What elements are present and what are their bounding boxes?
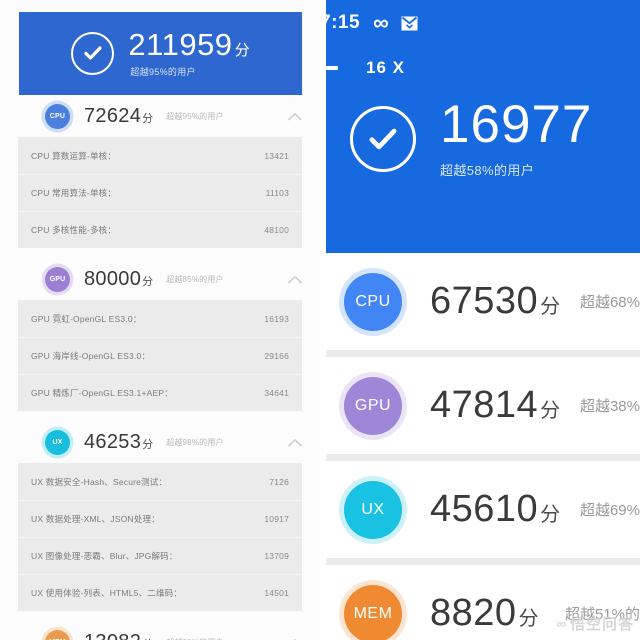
table-row: GPU 精炼厂-OpenGL ES3.1+AEP： 34641	[18, 374, 302, 411]
mem-unit: 分	[142, 636, 153, 640]
watermark-text: 悟空问答	[569, 616, 634, 633]
mem-percentile: 超越90%的用户	[166, 637, 224, 640]
gpu-badge-icon: GPU	[45, 266, 70, 292]
sidebar-section-cpu[interactable]: CPU 72624 分 超越95%的用户	[0, 95, 320, 137]
detail-label: GPU 海岸线-OpenGL ES3.0：	[31, 351, 151, 361]
detail-value: 48100	[264, 225, 289, 235]
detail-label: CPU 常用算法-单核：	[31, 188, 117, 198]
table-row: GPU 海岸线-OpenGL ES3.0： 29166	[18, 337, 302, 374]
gpu-badge-icon: GPU	[344, 376, 402, 435]
right-row-cpu[interactable]: CPU 67530 分 超越68%	[326, 253, 640, 350]
zoom-indicator-bar: 16 X	[326, 46, 640, 90]
table-row: GPU 霓虹-OpenGL ES3.0： 16193	[18, 300, 302, 337]
status-bar-clock: 7:15	[326, 12, 361, 33]
right-mem-score: 8820	[430, 592, 517, 634]
table-row: CPU 常用算法-单核： 11103	[18, 174, 302, 211]
table-row: UX 数据处理-XML、JSON处理： 10917	[18, 500, 302, 537]
sidebar-section-mem[interactable]: MEM 13082 分 超越90%的用户	[0, 621, 320, 640]
mem-badge-icon: MEM	[45, 629, 70, 640]
watermark: ∞ 悟空问答	[557, 613, 634, 634]
right-cpu-unit: 分	[540, 296, 561, 318]
right-total-score-card: 7:15 ∞ 16 X	[326, 0, 640, 253]
detail-value: 11103	[265, 188, 289, 198]
detail-label: UX 图像处理-恶霸、Blur、JPG解码：	[31, 551, 178, 561]
chevron-up-icon[interactable]	[288, 275, 302, 284]
right-total-percentile: 超越58%的用户	[440, 163, 535, 178]
cpu-detail-block: CPU 算数运算-单核： 13421 CPU 常用算法-单核： 11103 CP…	[18, 137, 302, 248]
detail-label: CPU 算数运算-单核：	[31, 150, 117, 161]
ux-percentile: 超越98%的用户	[166, 437, 224, 447]
gpu-unit: 分	[142, 275, 154, 288]
check-circle-icon	[350, 105, 416, 172]
mem-badge-icon: MEM	[344, 584, 402, 640]
detail-value: 13421	[264, 150, 289, 161]
right-ux-score: 45610	[430, 488, 539, 530]
right-ux-unit: 分	[540, 504, 561, 526]
ux-unit: 分	[142, 438, 154, 451]
chevron-up-icon[interactable]	[288, 112, 302, 121]
cpu-badge-icon: CPU	[45, 103, 70, 129]
right-row-gpu[interactable]: GPU 47814 分 超越38%	[326, 357, 640, 454]
gpu-percentile: 超越85%的用户	[166, 274, 224, 284]
mem-score: 13082	[84, 631, 141, 640]
dash-icon	[326, 66, 338, 70]
right-gpu-percentile: 超越38%	[579, 398, 640, 415]
detail-label: UX 数据安全-Hash、Secure测试：	[31, 476, 168, 487]
ux-badge-icon: UX	[45, 429, 70, 455]
gpu-score: 80000	[84, 267, 142, 290]
status-bar: 7:15 ∞	[326, 0, 640, 46]
table-row: CPU 多核性能-多核： 48100	[18, 211, 302, 248]
detail-label: UX 数据处理-XML、JSON处理：	[31, 514, 160, 524]
right-cpu-percentile: 超越68%	[579, 294, 640, 311]
zoom-level-label: 16 X	[366, 58, 405, 77]
table-row: CPU 算数运算-单核： 13421	[18, 137, 302, 174]
infinity-icon: ∞	[373, 10, 389, 35]
ux-score: 46253	[84, 430, 142, 453]
detail-value: 29166	[264, 351, 289, 361]
left-total-score-card: 211959 分 超越95%的用户	[19, 12, 302, 95]
cpu-percentile: 超越95%的用户	[166, 111, 224, 121]
screenshot-root: 211959 分 超越95%的用户 CPU 72624 分 超越95%的用户 C…	[0, 0, 640, 640]
chevron-up-icon[interactable]	[288, 438, 302, 447]
row-separator	[326, 558, 640, 565]
ux-detail-block: UX 数据安全-Hash、Secure测试： 7126 UX 数据处理-XML、…	[18, 463, 302, 611]
cpu-unit: 分	[142, 112, 154, 125]
mail-download-icon	[401, 16, 418, 31]
left-total-unit: 分	[234, 42, 250, 60]
row-separator	[326, 454, 640, 461]
detail-label: UX 使用体验-列表、HTML5、二维码：	[31, 588, 183, 598]
left-total-percentile: 超越95%的用户	[130, 66, 196, 77]
detail-value: 13709	[264, 551, 289, 561]
watermark-glyph-icon: ∞	[556, 616, 566, 631]
right-row-ux[interactable]: UX 45610 分 超越69%	[326, 461, 640, 558]
right-ux-percentile: 超越69%	[579, 502, 640, 519]
table-row: UX 数据安全-Hash、Secure测试： 7126	[18, 463, 302, 500]
right-gpu-score: 47814	[430, 384, 539, 426]
detail-value: 14501	[264, 588, 289, 598]
right-benchmark-panel: 7:15 ∞ 16 X	[326, 0, 640, 640]
cpu-score: 72624	[84, 104, 142, 127]
right-cpu-score: 67530	[430, 280, 539, 322]
row-separator	[326, 350, 640, 357]
detail-value: 16193	[264, 313, 289, 324]
detail-label: GPU 霓虹-OpenGL ES3.0：	[31, 313, 142, 324]
cpu-badge-icon: CPU	[344, 272, 402, 331]
right-gpu-unit: 分	[540, 400, 561, 422]
right-mem-unit: 分	[518, 608, 539, 630]
detail-value: 10917	[264, 514, 289, 524]
table-row: UX 图像处理-恶霸、Blur、JPG解码： 13709	[18, 537, 302, 574]
left-benchmark-panel: 211959 分 超越95%的用户 CPU 72624 分 超越95%的用户 C…	[0, 0, 320, 640]
detail-label: GPU 精炼厂-OpenGL ES3.1+AEP：	[31, 388, 173, 398]
gpu-detail-block: GPU 霓虹-OpenGL ES3.0： 16193 GPU 海岸线-OpenG…	[18, 300, 302, 411]
table-row: UX 使用体验-列表、HTML5、二维码： 14501	[18, 574, 302, 611]
ux-badge-icon: UX	[344, 480, 402, 539]
detail-value: 34641	[264, 388, 289, 398]
left-total-score: 211959	[128, 27, 233, 63]
right-total-score: 16977	[440, 95, 593, 154]
check-circle-icon	[71, 31, 115, 75]
sidebar-section-ux[interactable]: UX 46253 分 超越98%的用户	[0, 421, 320, 463]
detail-label: CPU 多核性能-多核：	[31, 225, 117, 235]
sidebar-section-gpu[interactable]: GPU 80000 分 超越85%的用户	[0, 258, 320, 300]
detail-value: 7126	[269, 476, 289, 487]
